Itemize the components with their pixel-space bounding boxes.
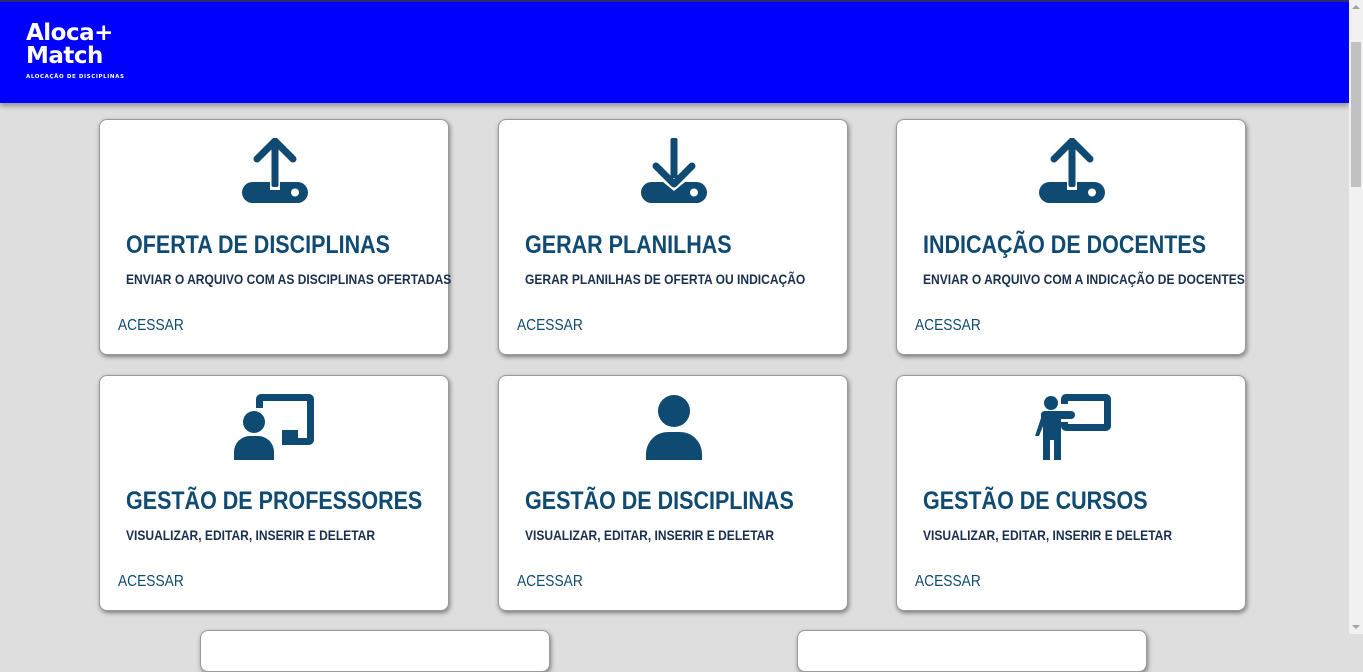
scroll-thumb[interactable] bbox=[1351, 42, 1361, 187]
access-link[interactable]: ACESSAR bbox=[118, 572, 184, 592]
access-link[interactable]: ACESSAR bbox=[517, 572, 583, 592]
card-title: INDICAÇÃO DE DOCENTES bbox=[923, 231, 1207, 259]
card-title: GESTÃO DE DISCIPLINAS bbox=[525, 487, 794, 515]
card-gestao-professores[interactable]: GESTÃO DE PROFESSORES VISUALIZAR, EDITAR… bbox=[99, 375, 449, 611]
card-gestao-disciplinas[interactable]: GESTÃO DE DISCIPLINAS VISUALIZAR, EDITAR… bbox=[498, 375, 848, 611]
card-description: ENVIAR O ARQUIVO COM A INDICAÇÃO DE DOCE… bbox=[923, 271, 1245, 287]
card-description: ENVIAR O ARQUIVO COM AS DISCIPLINAS OFER… bbox=[126, 271, 452, 287]
app-logo[interactable]: Aloca+ Match ALOCAÇÃO DE DISCIPLINAS bbox=[26, 20, 125, 81]
card-description: VISUALIZAR, EDITAR, INSERIR E DELETAR bbox=[126, 527, 376, 543]
logo-line-1: Aloca+ bbox=[26, 20, 113, 46]
card-gerar-planilhas[interactable]: GERAR PLANILHAS GERAR PLANILHAS DE OFERT… bbox=[498, 119, 848, 355]
top-header: Aloca+ Match ALOCAÇÃO DE DISCIPLINAS bbox=[0, 0, 1349, 103]
logo-line-2: Match bbox=[26, 43, 103, 69]
upload-icon bbox=[242, 138, 308, 204]
access-link[interactable]: ACESSAR bbox=[915, 572, 981, 592]
card-title: GESTÃO DE PROFESSORES bbox=[126, 487, 423, 515]
scroll-down-arrow-icon[interactable] bbox=[1352, 625, 1360, 629]
upload-icon bbox=[1039, 138, 1105, 204]
card-title: GESTÃO DE CURSOS bbox=[923, 487, 1148, 515]
teacher-board-icon bbox=[1035, 394, 1111, 460]
scroll-up-arrow-icon[interactable] bbox=[1352, 5, 1360, 9]
card-title: GERAR PLANILHAS bbox=[525, 231, 732, 259]
access-link[interactable]: ACESSAR bbox=[915, 316, 981, 336]
card-indicacao-docentes[interactable]: INDICAÇÃO DE DOCENTES ENVIAR O ARQUIVO C… bbox=[896, 119, 1246, 355]
logo-subtitle: ALOCAÇÃO DE DISCIPLINAS bbox=[26, 74, 125, 80]
chalkboard-user-icon bbox=[234, 394, 314, 460]
vertical-scrollbar[interactable] bbox=[1349, 0, 1363, 634]
card-gestao-cursos[interactable]: GESTÃO DE CURSOS VISUALIZAR, EDITAR, INS… bbox=[896, 375, 1246, 611]
user-icon bbox=[641, 394, 707, 460]
card-partial-left[interactable] bbox=[200, 630, 550, 672]
download-icon bbox=[641, 138, 707, 204]
card-description: GERAR PLANILHAS DE OFERTA OU INDICAÇÃO bbox=[525, 271, 806, 287]
card-description: VISUALIZAR, EDITAR, INSERIR E DELETAR bbox=[923, 527, 1173, 543]
card-description: VISUALIZAR, EDITAR, INSERIR E DELETAR bbox=[525, 527, 775, 543]
card-partial-right[interactable] bbox=[797, 630, 1147, 672]
access-link[interactable]: ACESSAR bbox=[118, 316, 184, 336]
access-link[interactable]: ACESSAR bbox=[517, 316, 583, 336]
card-oferta-disciplinas[interactable]: OFERTA DE DISCIPLINAS ENVIAR O ARQUIVO C… bbox=[99, 119, 452, 355]
card-title: OFERTA DE DISCIPLINAS bbox=[126, 231, 390, 259]
